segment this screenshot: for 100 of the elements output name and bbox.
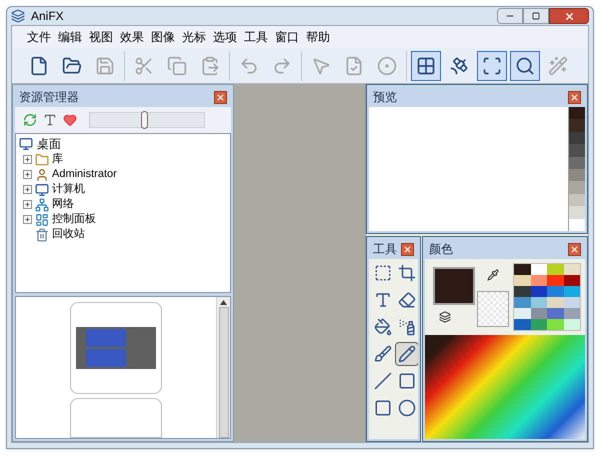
rectangle-icon: [398, 372, 416, 390]
slider-track[interactable]: [89, 112, 205, 128]
palette-swatch[interactable]: [564, 275, 580, 286]
crop-icon: [398, 264, 416, 282]
new-file-icon: [29, 56, 49, 76]
close-icon: [403, 244, 412, 254]
toolbar-button[interactable]: [510, 50, 540, 80]
shade-swatch[interactable]: [569, 194, 585, 206]
expander-box[interactable]: [23, 155, 32, 164]
menu-item[interactable]: 帮助: [303, 28, 333, 46]
palette-swatch[interactable]: [530, 297, 547, 308]
palette-swatch[interactable]: [547, 308, 564, 319]
app-icon: [11, 9, 25, 23]
eraser-icon: [398, 291, 416, 309]
line-icon: [374, 372, 392, 390]
maximize-button[interactable]: [523, 8, 549, 24]
close-icon: [216, 92, 225, 102]
expander-box[interactable]: [23, 170, 32, 179]
palette-swatch[interactable]: [514, 264, 530, 275]
maximize-icon: [532, 12, 540, 20]
secondary-color-swatch[interactable]: [477, 291, 509, 327]
palette-swatch[interactable]: [530, 264, 547, 275]
pointer-icon: [311, 56, 331, 76]
menu-item[interactable]: 光标: [179, 28, 209, 46]
undo-icon: [239, 56, 259, 76]
palette-swatch[interactable]: [514, 297, 530, 308]
close-button[interactable]: [549, 8, 589, 24]
thumbnail-card[interactable]: [70, 398, 162, 438]
palette-swatch[interactable]: [530, 319, 547, 330]
expander-box[interactable]: [23, 215, 32, 224]
tree-item[interactable]: 网络: [52, 196, 74, 213]
tree-item[interactable]: 桌面: [37, 135, 61, 153]
shade-swatch[interactable]: [569, 156, 585, 170]
spray-icon: [398, 318, 416, 336]
tool-button[interactable]: [395, 342, 418, 366]
panel-close-button[interactable]: [568, 242, 581, 256]
primary-color-swatch[interactable]: [433, 267, 475, 305]
rounded-rectangle-icon: [374, 399, 392, 417]
checked-page-icon: [344, 56, 364, 76]
tree-item[interactable]: 回收站: [52, 226, 85, 243]
palette-swatch[interactable]: [564, 286, 580, 297]
scrollbar[interactable]: [216, 297, 230, 438]
tree-item[interactable]: 计算机: [52, 181, 85, 198]
tree-item[interactable]: 库: [52, 151, 63, 168]
folder-icon: [62, 56, 82, 76]
palette-swatch[interactable]: [547, 319, 564, 330]
slider-thumb[interactable]: [140, 111, 148, 129]
palette-swatch[interactable]: [530, 308, 547, 319]
palette-swatch[interactable]: [514, 308, 530, 319]
shade-swatch[interactable]: [569, 181, 585, 194]
expander-box[interactable]: [23, 185, 32, 194]
shade-swatch[interactable]: [569, 132, 585, 144]
palette-swatch[interactable]: [564, 297, 580, 308]
tree-item[interactable]: 控制面板: [52, 211, 96, 228]
palette-swatch[interactable]: [530, 286, 547, 297]
panel-close-button[interactable]: [214, 90, 227, 104]
palette-swatch[interactable]: [530, 275, 547, 286]
menu-item[interactable]: 选项: [210, 28, 240, 46]
color-spectrum-drawing[interactable]: [425, 335, 585, 439]
pencil-icon: [398, 345, 416, 363]
thumbnail-card[interactable]: [70, 302, 162, 394]
expander-box[interactable]: [23, 200, 32, 209]
palette-swatch[interactable]: [564, 319, 580, 330]
text-icon[interactable]: [43, 113, 57, 127]
menu-item[interactable]: 编辑: [55, 28, 85, 46]
menu-item[interactable]: 图像: [148, 28, 178, 46]
menu-item[interactable]: 窗口: [272, 28, 302, 46]
palette-swatch[interactable]: [514, 319, 530, 330]
scroll-up-icon[interactable]: [220, 300, 227, 305]
shade-swatch[interactable]: [569, 107, 585, 120]
tree-item[interactable]: Administrator: [52, 166, 117, 183]
trash-icon: [35, 228, 49, 242]
palette-swatch[interactable]: [514, 275, 530, 286]
close-icon: [564, 10, 574, 22]
palette-swatch[interactable]: [547, 275, 564, 286]
panel-close-button[interactable]: [568, 90, 581, 104]
palette-swatch[interactable]: [547, 286, 564, 297]
window-title: AniFX: [31, 8, 64, 25]
palette-swatch[interactable]: [547, 297, 564, 308]
toolbar-button[interactable]: [411, 50, 441, 80]
toolbar-button[interactable]: [477, 50, 507, 80]
menu-item[interactable]: 工具: [241, 28, 271, 46]
shade-swatch[interactable]: [569, 119, 585, 132]
grid-icon: [416, 56, 436, 76]
palette-swatch[interactable]: [564, 308, 580, 319]
panel-close-button[interactable]: [401, 242, 414, 256]
heart-icon[interactable]: [63, 113, 77, 127]
palette-swatch[interactable]: [514, 286, 530, 297]
user-icon: [35, 168, 49, 182]
panel-title: 预览: [373, 89, 397, 106]
refresh-icon[interactable]: [23, 113, 37, 127]
palette-swatch[interactable]: [564, 264, 580, 275]
menu-item[interactable]: 效果: [117, 28, 147, 46]
shade-swatch[interactable]: [569, 144, 585, 157]
menu-item[interactable]: 视图: [86, 28, 116, 46]
frame-icon: [482, 56, 502, 76]
shade-swatch[interactable]: [569, 206, 585, 219]
palette-swatch[interactable]: [547, 264, 564, 275]
menu-item[interactable]: 文件: [24, 28, 54, 46]
shade-swatch[interactable]: [569, 169, 585, 182]
